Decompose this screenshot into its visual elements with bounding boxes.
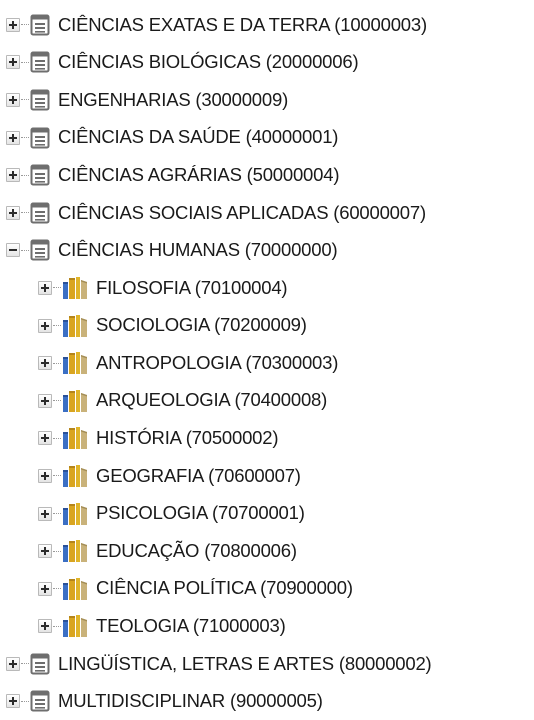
- expand-toggle-icon[interactable]: [38, 544, 52, 559]
- tree-connector-line: [53, 475, 61, 477]
- books-icon: [62, 426, 88, 450]
- tree-child-node[interactable]: FILOSOFIA (70100004): [6, 269, 534, 307]
- tree-node-label[interactable]: ARQUEOLOGIA (70400008): [96, 391, 327, 410]
- books-icon: [62, 577, 88, 601]
- tree-connector-line: [21, 174, 29, 176]
- books-icon: [62, 276, 88, 300]
- tree-node-label[interactable]: CIÊNCIAS HUMANAS (70000000): [58, 241, 338, 260]
- document-list-icon: [30, 164, 50, 186]
- tree-child-node[interactable]: PSICOLOGIA (70700001): [6, 495, 534, 533]
- expand-toggle-icon[interactable]: [6, 17, 20, 32]
- tree-connector-line: [53, 513, 61, 515]
- tree-connector-line: [53, 588, 61, 590]
- tree-root-node[interactable]: CIÊNCIAS DA SAÚDE (40000001): [6, 119, 534, 157]
- tree-root-node[interactable]: MULTIDISCIPLINAR (90000005): [6, 683, 534, 720]
- document-list-icon: [30, 127, 50, 149]
- document-list-icon: [30, 51, 50, 73]
- tree-node-label[interactable]: PSICOLOGIA (70700001): [96, 504, 305, 523]
- tree-root-node[interactable]: CIÊNCIAS SOCIAIS APLICADAS (60000007): [6, 194, 534, 232]
- tree-connector-line: [21, 24, 29, 26]
- tree-node-label[interactable]: ENGENHARIAS (30000009): [58, 90, 288, 110]
- tree-connector-line: [21, 663, 29, 665]
- tree-node-label[interactable]: FILOSOFIA (70100004): [96, 278, 288, 298]
- expand-toggle-icon[interactable]: [38, 318, 52, 333]
- books-icon: [62, 464, 88, 488]
- books-icon: [62, 502, 88, 526]
- expand-toggle-icon[interactable]: [6, 55, 20, 70]
- tree-child-node[interactable]: ARQUEOLOGIA (70400008): [6, 382, 534, 420]
- expand-toggle-icon[interactable]: [6, 168, 20, 183]
- expand-toggle-icon[interactable]: [6, 656, 20, 671]
- tree-child-node[interactable]: GEOGRAFIA (70600007): [6, 457, 534, 495]
- expand-toggle-icon[interactable]: [38, 506, 52, 521]
- tree-connector-line: [21, 99, 29, 101]
- tree-root-node[interactable]: CIÊNCIAS EXATAS E DA TERRA (10000003): [6, 6, 534, 44]
- tree-child-node[interactable]: EDUCAÇÃO (70800006): [6, 532, 534, 570]
- tree-child-node[interactable]: TEOLOGIA (71000003): [6, 608, 534, 646]
- tree-node-label[interactable]: ANTROPOLOGIA (70300003): [96, 353, 338, 373]
- tree-child-node[interactable]: ANTROPOLOGIA (70300003): [6, 344, 534, 382]
- document-list-icon: [30, 14, 50, 36]
- tree-connector-line: [21, 61, 29, 63]
- tree-connector-line: [21, 249, 29, 251]
- tree-root-node[interactable]: CIÊNCIAS HUMANAS (70000000): [6, 232, 534, 270]
- books-icon: [62, 539, 88, 563]
- expand-toggle-icon[interactable]: [38, 581, 52, 596]
- tree-connector-line: [53, 550, 61, 552]
- tree-node-label[interactable]: CIÊNCIAS BIOLÓGICAS (20000006): [58, 53, 359, 72]
- tree-connector-line: [53, 625, 61, 627]
- tree-connector-line: [21, 700, 29, 702]
- tree-node-label[interactable]: GEOGRAFIA (70600007): [96, 466, 301, 486]
- tree-connector-line: [21, 212, 29, 214]
- tree-connector-line: [53, 437, 61, 439]
- tree-child-node[interactable]: HISTÓRIA (70500002): [6, 420, 534, 458]
- expand-toggle-icon[interactable]: [6, 130, 20, 145]
- expand-toggle-icon[interactable]: [38, 619, 52, 634]
- tree-node-label[interactable]: SOCIOLOGIA (70200009): [96, 316, 307, 335]
- expand-toggle-icon[interactable]: [6, 694, 20, 709]
- tree-child-node[interactable]: CIÊNCIA POLÍTICA (70900000): [6, 570, 534, 608]
- tree-root-node[interactable]: CIÊNCIAS BIOLÓGICAS (20000006): [6, 44, 534, 82]
- document-list-icon: [30, 653, 50, 675]
- tree-child-node[interactable]: SOCIOLOGIA (70200009): [6, 307, 534, 345]
- tree-connector-line: [21, 137, 29, 139]
- tree-node-label[interactable]: HISTÓRIA (70500002): [96, 429, 279, 448]
- tree-node-label[interactable]: LINGÜÍSTICA, LETRAS E ARTES (80000002): [58, 654, 432, 674]
- expand-toggle-icon[interactable]: [38, 356, 52, 371]
- tree-node-label[interactable]: CIÊNCIAS EXATAS E DA TERRA (10000003): [58, 15, 427, 35]
- expand-toggle-icon[interactable]: [6, 92, 20, 107]
- tree-node-label[interactable]: CIÊNCIAS DA SAÚDE (40000001): [58, 128, 338, 147]
- tree-node-label[interactable]: TEOLOGIA (71000003): [96, 617, 286, 636]
- books-icon: [62, 314, 88, 338]
- books-icon: [62, 351, 88, 375]
- tree-node-label[interactable]: CIÊNCIAS SOCIAIS APLICADAS (60000007): [58, 203, 426, 223]
- expand-toggle-icon[interactable]: [38, 280, 52, 295]
- tree-connector-line: [53, 325, 61, 327]
- tree-connector-line: [53, 287, 61, 289]
- document-list-icon: [30, 202, 50, 224]
- tree-root-node[interactable]: LINGÜÍSTICA, LETRAS E ARTES (80000002): [6, 645, 534, 683]
- document-list-icon: [30, 239, 50, 261]
- expand-toggle-icon[interactable]: [38, 393, 52, 408]
- tree-root-node[interactable]: ENGENHARIAS (30000009): [6, 81, 534, 119]
- books-icon: [62, 614, 88, 638]
- expand-toggle-icon[interactable]: [38, 468, 52, 483]
- collapse-toggle-icon[interactable]: [6, 243, 20, 258]
- document-list-icon: [30, 89, 50, 111]
- knowledge-area-tree: CIÊNCIAS EXATAS E DA TERRA (10000003) CIÊ…: [6, 6, 534, 720]
- expand-toggle-icon[interactable]: [38, 431, 52, 446]
- tree-connector-line: [53, 362, 61, 364]
- books-icon: [62, 389, 88, 413]
- document-list-icon: [30, 690, 50, 712]
- tree-node-label[interactable]: EDUCAÇÃO (70800006): [96, 541, 297, 561]
- tree-connector-line: [53, 400, 61, 402]
- tree-root-node[interactable]: CIÊNCIAS AGRÁRIAS (50000004): [6, 156, 534, 194]
- tree-node-label[interactable]: CIÊNCIA POLÍTICA (70900000): [96, 579, 353, 598]
- tree-node-label[interactable]: CIÊNCIAS AGRÁRIAS (50000004): [58, 165, 339, 185]
- expand-toggle-icon[interactable]: [6, 205, 20, 220]
